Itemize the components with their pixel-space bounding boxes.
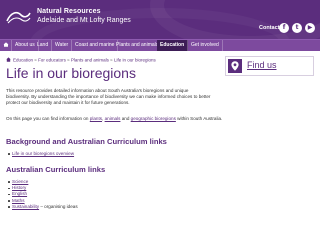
- facebook-icon[interactable]: f: [279, 23, 289, 33]
- curriculum-links-list: Science History English Maths Sustainabi…: [8, 179, 78, 210]
- english-link[interactable]: English: [12, 191, 27, 196]
- home-icon: [3, 41, 9, 47]
- background-heading: Background and Australian Curriculum lin…: [6, 137, 167, 146]
- nav-coast-and-marine[interactable]: Coast and marine: [72, 40, 119, 51]
- map-pin-icon: [231, 61, 239, 71]
- breadcrumb-current: Life in our bioregions: [113, 57, 156, 63]
- curriculum-heading: Australian Curriculum links: [6, 165, 106, 174]
- contact-link[interactable]: Contact: [259, 25, 279, 31]
- overview-link[interactable]: Life in our bioregions overview: [12, 151, 74, 156]
- list-item: Life in our bioregions overview: [7, 151, 74, 157]
- twitter-icon[interactable]: t: [292, 23, 302, 33]
- background-links-list: Life in our bioregions overview: [7, 151, 74, 157]
- find-us-panel[interactable]: Find us: [225, 56, 314, 76]
- org-name[interactable]: Natural Resources: [37, 8, 101, 15]
- logo-icon[interactable]: [6, 9, 31, 24]
- nav-land[interactable]: Land: [34, 40, 53, 51]
- intro-paragraph: This resource provides detailed informat…: [6, 88, 211, 105]
- youtube-icon[interactable]: ▶: [305, 23, 315, 33]
- nav-plants-and-animals[interactable]: Plants and animals: [113, 40, 163, 51]
- maths-link[interactable]: Maths: [12, 198, 25, 203]
- breadcrumb-plants-and-animals[interactable]: Plants and animals: [71, 58, 109, 63]
- home-icon[interactable]: [6, 57, 11, 62]
- nav-home[interactable]: [1, 40, 12, 51]
- history-link[interactable]: History: [12, 185, 26, 190]
- links-separator: and: [120, 116, 131, 121]
- nav-education[interactable]: Education: [157, 40, 189, 51]
- main-nav: About us Land Water Coast and marine Pla…: [0, 39, 320, 51]
- find-us-link[interactable]: Find us: [247, 60, 277, 70]
- plants-link[interactable]: plants: [90, 116, 102, 121]
- breadcrumb-separator: »: [110, 57, 113, 63]
- page-title: Life in our bioregions: [6, 65, 136, 81]
- animals-link[interactable]: animals: [105, 116, 121, 121]
- breadcrumb-separator: »: [67, 57, 70, 63]
- list-item: Sustainability – organising ideas: [8, 203, 78, 210]
- breadcrumb-education[interactable]: Education: [13, 58, 33, 63]
- science-link[interactable]: Science: [12, 179, 28, 184]
- geographic-bioregions-link[interactable]: geographic bioregions: [131, 116, 176, 121]
- links-paragraph: On this page you can find information on…: [6, 116, 223, 122]
- links-suffix: within South Australia.: [175, 116, 223, 121]
- links-prefix: On this page you can find information on: [6, 116, 90, 121]
- site-header: Natural Resources Adelaide and Mt Lofty …: [0, 0, 320, 39]
- nav-get-involved[interactable]: Get involved: [188, 40, 223, 51]
- breadcrumb-for-educators[interactable]: For educators: [38, 58, 66, 63]
- sustainability-link[interactable]: Sustainability: [12, 204, 39, 209]
- breadcrumb-separator: »: [34, 57, 37, 63]
- find-us-icon-box: [228, 59, 242, 73]
- breadcrumb: Education » For educators » Plants and a…: [6, 57, 156, 63]
- sustainability-suffix: – organising ideas: [39, 203, 78, 209]
- nav-water[interactable]: Water: [52, 40, 73, 51]
- region-name[interactable]: Adelaide and Mt Lofty Ranges: [37, 17, 131, 24]
